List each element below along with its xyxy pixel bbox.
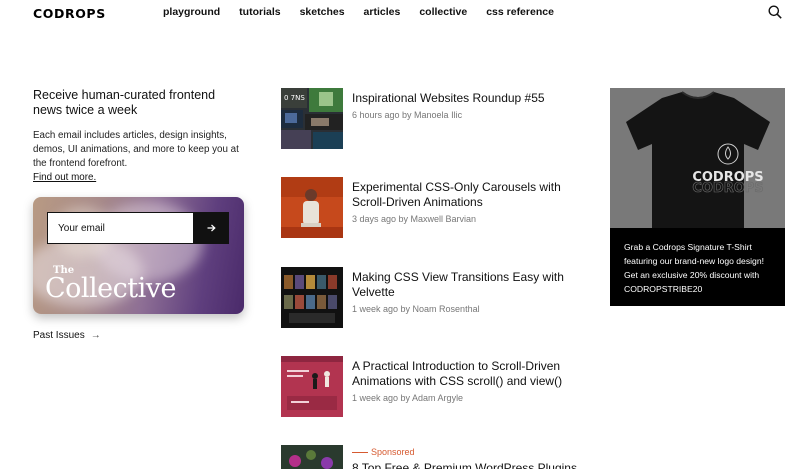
article-item[interactable]: Experimental CSS-Only Carousels with Scr…	[281, 177, 581, 238]
article-thumbnail-image	[281, 267, 343, 328]
nav-articles[interactable]: articles	[364, 6, 401, 18]
nav-sketches[interactable]: sketches	[300, 6, 345, 18]
article-meta: 1 week ago by Adam Argyle	[352, 393, 464, 403]
article-item[interactable]: A Practical Introduction to Scroll-Drive…	[281, 356, 581, 417]
arrow-right-icon	[207, 224, 216, 232]
nav-playground[interactable]: playground	[163, 6, 220, 18]
collective-title: Collective	[45, 273, 177, 304]
article-thumbnail[interactable]	[281, 177, 343, 238]
email-input[interactable]	[47, 212, 194, 244]
article-thumbnail-image	[281, 177, 343, 238]
svg-text:0 7NS: 0 7NS	[284, 94, 305, 102]
article-title[interactable]: Inspirational Websites Roundup #55	[352, 91, 582, 106]
arrow-right-icon: →	[90, 330, 101, 341]
email-submit-button[interactable]	[193, 212, 229, 244]
codrops-logo[interactable]: CODROPS	[33, 6, 106, 21]
article-thumbnail[interactable]	[281, 445, 343, 469]
article-title[interactable]: Making CSS View Transitions Easy with Ve…	[352, 270, 582, 300]
nav-collective[interactable]: collective	[419, 6, 467, 18]
article-item[interactable]: Sponsored 8 Top Free & Premium WordPress…	[281, 445, 581, 469]
article-meta: 1 week ago by Noam Rosenthal	[352, 304, 480, 314]
article-thumbnail[interactable]	[281, 356, 343, 417]
tshirt-ad[interactable]: CODROPS CODROPS Grab a Codrops Signature…	[610, 88, 785, 306]
newsletter-description-text: Each email includes articles, design ins…	[33, 130, 239, 169]
nav-css-reference[interactable]: css reference	[486, 6, 554, 18]
search-icon[interactable]	[768, 5, 782, 19]
article-meta: 6 hours ago by Manoela Ilic	[352, 110, 463, 120]
article-item[interactable]: 0 7NS Inspirational Websites Roundup #55…	[281, 88, 581, 149]
article-meta: 3 days ago by Maxwell Barvian	[352, 214, 477, 224]
newsletter-heading: Receive human-curated frontend news twic…	[33, 88, 216, 117]
main-nav: playground tutorials sketches articles c…	[163, 6, 573, 18]
article-thumbnail[interactable]	[281, 267, 343, 328]
article-thumbnail-image	[281, 445, 343, 469]
nav-tutorials[interactable]: tutorials	[239, 6, 280, 18]
tshirt-image: CODROPS CODROPS	[626, 91, 770, 228]
article-thumbnail-image	[281, 356, 343, 417]
newsletter-description: Each email includes articles, design ins…	[33, 129, 245, 185]
sponsored-label: Sponsored	[352, 447, 415, 457]
find-out-more-link[interactable]: Find out more.	[33, 171, 96, 185]
ad-text: Grab a Codrops Signature T-Shirt featuri…	[610, 228, 785, 306]
article-title[interactable]: Experimental CSS-Only Carousels with Scr…	[352, 180, 582, 210]
newsletter-block: Receive human-curated frontend news twic…	[33, 88, 245, 185]
article-thumbnail-image: 0 7NS	[281, 88, 343, 149]
article-title[interactable]: 8 Top Free & Premium WordPress Plugins	[352, 461, 582, 469]
article-item[interactable]: Making CSS View Transitions Easy with Ve…	[281, 267, 581, 328]
site-header: CODROPS playground tutorials sketches ar…	[0, 0, 800, 26]
collective-signup-card: The Collective	[33, 197, 244, 314]
past-issues-label: Past Issues	[33, 330, 85, 341]
article-thumbnail[interactable]: 0 7NS	[281, 88, 343, 149]
shirt-brand-outline: CODROPS	[692, 181, 763, 196]
past-issues-link[interactable]: Past Issues →	[33, 330, 101, 341]
article-title[interactable]: A Practical Introduction to Scroll-Drive…	[352, 359, 582, 389]
